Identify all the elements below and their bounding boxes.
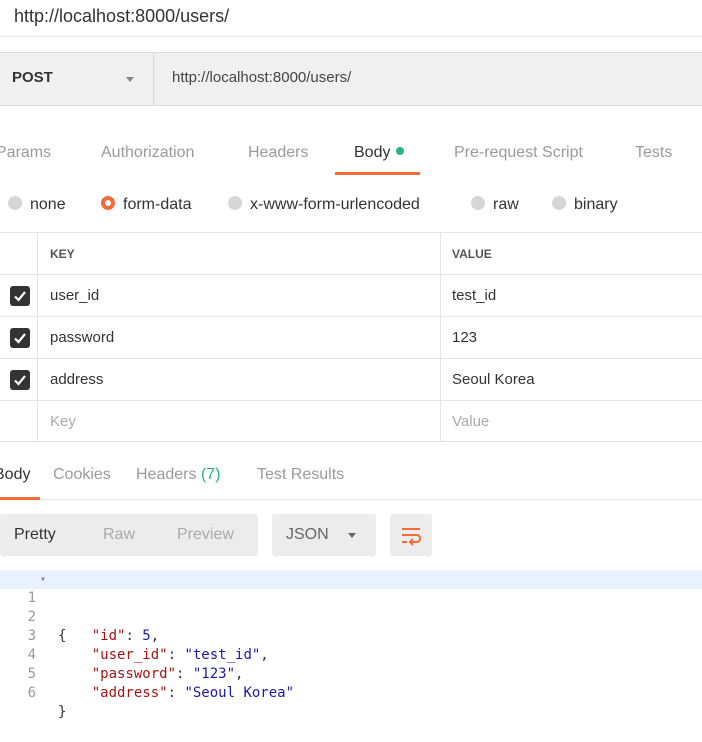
wrap-lines-icon <box>402 528 422 546</box>
tab-cookies[interactable]: Cookies <box>53 466 111 484</box>
radio-icon <box>552 196 566 210</box>
tab-tests[interactable]: Tests <box>635 144 672 162</box>
value-field[interactable]: test_id <box>452 287 496 304</box>
check-column <box>0 275 38 316</box>
radio-icon <box>471 196 485 210</box>
active-indicator-dot <box>396 147 405 155</box>
tab-response-headers[interactable]: Headers (7) <box>136 466 221 484</box>
radio-selected-icon <box>101 196 115 210</box>
body-type-x-www-form-urlencoded[interactable]: x-www-form-urlencoded <box>228 196 420 214</box>
radio-icon <box>8 196 22 210</box>
column-divider <box>440 401 441 442</box>
body-type-label: none <box>30 196 66 213</box>
checkbox-checked-icon[interactable] <box>10 286 30 306</box>
view-raw-button[interactable]: Raw <box>103 526 135 544</box>
column-header-key: KEY <box>50 247 75 261</box>
table-header-row: KEY VALUE <box>0 232 702 274</box>
tab-test-results[interactable]: Test Results <box>257 466 344 484</box>
request-url-bar: POST http://localhost:8000/users/ <box>0 52 702 106</box>
response-tabs: Body Cookies Headers (7) Test Results <box>0 456 702 500</box>
table-row-empty: Key Value <box>0 400 702 442</box>
divider <box>0 36 702 37</box>
body-type-label: raw <box>493 196 519 213</box>
table-row: user_id test_id <box>0 274 702 316</box>
code-text: } <box>58 704 67 720</box>
value-field[interactable]: 123 <box>452 329 477 346</box>
fold-arrow-icon[interactable]: ▾ <box>40 570 46 589</box>
column-header-value: VALUE <box>452 247 492 261</box>
code-line: 2 "id": 5, <box>0 589 702 644</box>
view-preview-button[interactable]: Preview <box>177 526 234 544</box>
chevron-down-icon <box>348 533 356 538</box>
view-pretty-button[interactable]: Pretty <box>14 526 56 544</box>
format-label: JSON <box>286 526 329 543</box>
key-field[interactable]: password <box>50 329 114 346</box>
code-line: 6 } <box>0 665 702 720</box>
headers-count-badge: (7) <box>200 466 221 483</box>
body-type-none[interactable]: none <box>8 196 66 214</box>
table-row: address Seoul Korea <box>0 358 702 400</box>
line-number: 6 <box>27 685 36 701</box>
code-line: 4 "password": "123", <box>0 627 702 682</box>
tab-authorization[interactable]: Authorization <box>101 144 194 162</box>
tab-params[interactable]: Params <box>0 144 51 162</box>
active-tab-underline <box>0 497 40 500</box>
body-type-label: form-data <box>123 196 192 213</box>
tab-headers[interactable]: Headers <box>248 144 308 162</box>
column-divider <box>440 317 441 358</box>
code-line: 5 "address": "Seoul Korea" <box>0 646 702 701</box>
view-mode-group: Pretty Raw Preview <box>0 514 258 556</box>
form-data-table: KEY VALUE user_id test_id password 123 a… <box>0 232 702 442</box>
check-column <box>0 233 38 274</box>
value-field[interactable]: Seoul Korea <box>452 371 535 388</box>
active-tab-underline <box>335 172 420 175</box>
key-field[interactable]: address <box>50 371 103 388</box>
radio-icon <box>228 196 242 210</box>
tab-pre-request-script[interactable]: Pre-request Script <box>454 144 583 162</box>
table-row: password 123 <box>0 316 702 358</box>
code-text: "address": "Seoul Korea" <box>91 685 295 701</box>
tab-body[interactable]: Body <box>354 144 405 162</box>
key-field[interactable]: user_id <box>50 287 99 304</box>
response-body-viewer[interactable]: 1 ▾ { 2 "id": 5, 3 "user_id": "test_id",… <box>0 570 702 742</box>
wrap-lines-button[interactable] <box>390 514 432 556</box>
column-divider <box>440 359 441 400</box>
format-select[interactable]: JSON <box>272 514 376 556</box>
check-column <box>0 317 38 358</box>
value-input[interactable]: Value <box>452 413 489 430</box>
body-type-binary[interactable]: binary <box>552 196 618 214</box>
code-line: 3 "user_id": "test_id", <box>0 608 702 663</box>
body-type-label: binary <box>574 196 618 213</box>
body-type-form-data[interactable]: form-data <box>101 196 191 214</box>
tab-label: Headers <box>136 466 197 483</box>
code-line: 1 ▾ { <box>0 570 702 644</box>
tab-body-label: Body <box>354 144 391 161</box>
body-type-selector: none form-data x-www-form-urlencoded raw… <box>0 190 702 222</box>
json-value: "Seoul Korea" <box>184 685 295 701</box>
request-tabs: Params Authorization Headers Body Pre-re… <box>0 128 702 178</box>
check-column <box>0 359 38 400</box>
checkbox-checked-icon[interactable] <box>10 370 30 390</box>
method-select[interactable]: POST <box>0 53 154 105</box>
url-input[interactable]: http://localhost:8000/users/ <box>172 69 351 86</box>
check-column <box>0 401 38 442</box>
key-input[interactable]: Key <box>50 413 76 430</box>
chevron-down-icon <box>126 77 134 82</box>
method-label: POST <box>12 69 53 86</box>
column-divider <box>440 275 441 316</box>
json-key: "address" <box>91 685 168 701</box>
page-heading: http://localhost:8000/users/ <box>14 6 230 26</box>
body-type-label: x-www-form-urlencoded <box>250 196 420 213</box>
body-type-raw[interactable]: raw <box>471 196 519 214</box>
tab-response-body[interactable]: Body <box>0 466 30 484</box>
checkbox-checked-icon[interactable] <box>10 328 30 348</box>
column-divider <box>440 233 441 274</box>
